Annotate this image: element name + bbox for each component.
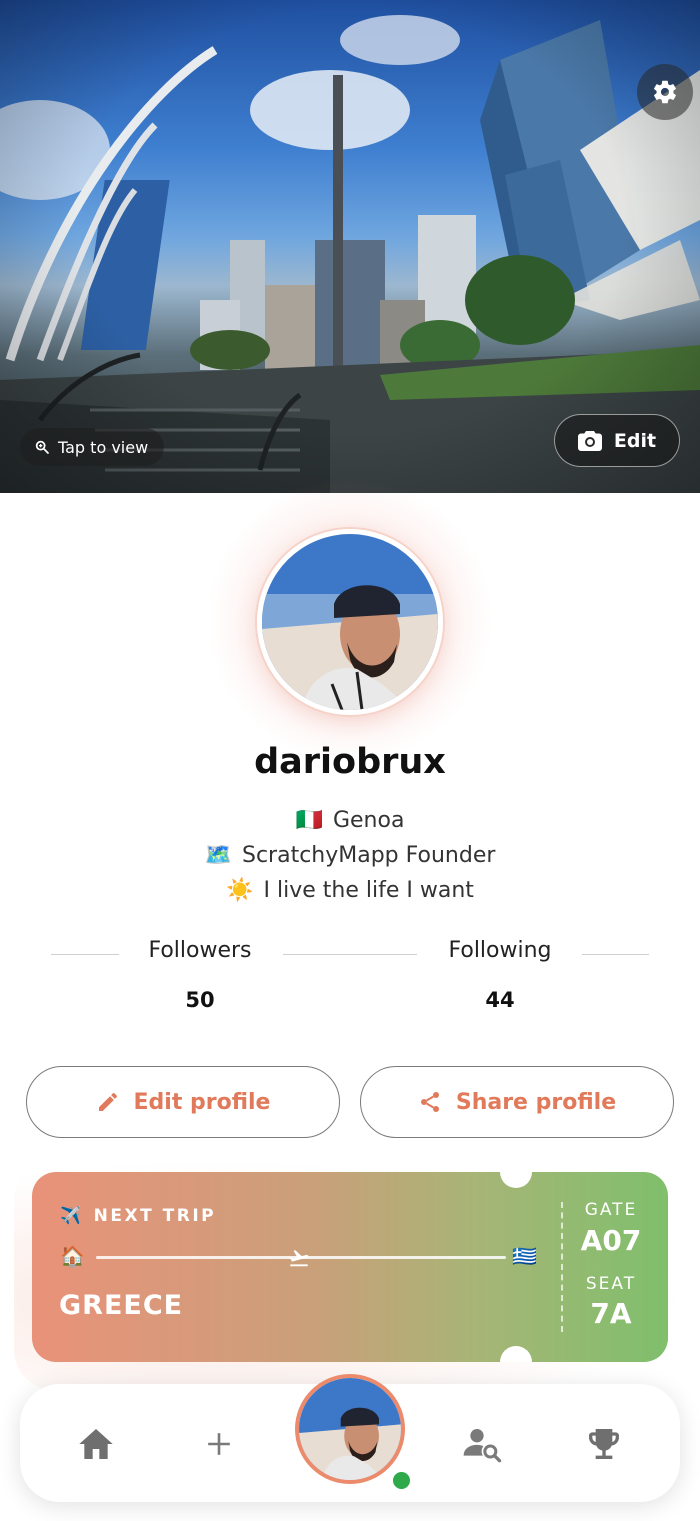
- pencil-icon: [98, 1092, 117, 1111]
- bio-role: 🗺️ ScratchyMapp Founder: [0, 843, 700, 868]
- greece-flag-icon: 🇬🇷: [512, 1244, 537, 1268]
- plus-icon: [208, 1433, 230, 1455]
- divider: [582, 954, 649, 955]
- trip-route: 🏠 🇬🇷: [60, 1244, 544, 1272]
- nav-avatar-photo: [299, 1378, 401, 1480]
- trip-destination: GREECE: [59, 1290, 184, 1321]
- bio-location: 🇮🇹 Genoa: [0, 808, 700, 833]
- following-count[interactable]: 44: [420, 988, 580, 1012]
- nav-add[interactable]: [195, 1420, 243, 1468]
- cover-photo[interactable]: Tap to view Edit: [0, 0, 700, 493]
- user-search-icon: [463, 1429, 502, 1463]
- nav-find-users[interactable]: [458, 1420, 506, 1468]
- following-label[interactable]: Following: [420, 938, 580, 963]
- edit-cover-button[interactable]: Edit: [554, 414, 680, 467]
- seat-value: 7A: [590, 1297, 632, 1330]
- tap-to-view-button[interactable]: Tap to view: [20, 428, 165, 466]
- home-icon: [79, 1429, 113, 1459]
- camera-icon: [577, 430, 602, 451]
- username: dariobrux: [254, 742, 446, 782]
- ticket-notch: [500, 1172, 532, 1188]
- next-trip-card[interactable]: ✈️ NEXT TRIP 🏠 🇬🇷 GREECE GATE A07 SEAT 7…: [32, 1172, 668, 1362]
- gate-value: A07: [580, 1224, 642, 1257]
- bio-motto: ☀️ I live the life I want: [0, 878, 700, 903]
- home-emoji-icon: 🏠: [60, 1244, 85, 1268]
- seat-label: SEAT: [585, 1274, 637, 1294]
- nav-profile-avatar[interactable]: [295, 1374, 405, 1484]
- ticket-separator: [561, 1202, 563, 1332]
- share-icon: [420, 1092, 439, 1112]
- gate-label: GATE: [584, 1200, 638, 1220]
- share-profile-label: Share profile: [455, 1089, 617, 1115]
- nav-home[interactable]: [72, 1420, 120, 1468]
- bio-motto-text: I live the life I want: [263, 878, 474, 903]
- bio-location-text: Genoa: [332, 808, 405, 833]
- divider: [283, 954, 417, 955]
- italy-flag-icon: 🇮🇹: [295, 808, 323, 833]
- followers-label[interactable]: Followers: [120, 938, 280, 963]
- divider: [51, 954, 119, 955]
- sun-icon: ☀️: [226, 878, 254, 903]
- next-trip-label: ✈️ NEXT TRIP: [60, 1206, 216, 1226]
- avatar-photo: [262, 534, 438, 710]
- bio-role-text: ScratchyMapp Founder: [241, 843, 496, 868]
- search-icon: [35, 440, 49, 454]
- edit-profile-label: Edit profile: [133, 1089, 271, 1115]
- edit-cover-label: Edit: [613, 429, 657, 452]
- airplane-icon: ✈️: [60, 1206, 84, 1226]
- settings-button[interactable]: [637, 64, 693, 120]
- map-icon: 🗺️: [204, 843, 232, 868]
- gear-icon: [654, 80, 676, 104]
- profile-avatar[interactable]: [257, 529, 443, 715]
- next-trip-text: NEXT TRIP: [93, 1206, 217, 1226]
- share-profile-button[interactable]: Share profile: [360, 1066, 674, 1138]
- departure-icon: [289, 1250, 309, 1267]
- trophy-icon: [589, 1429, 619, 1459]
- nav-achievements[interactable]: [580, 1420, 628, 1468]
- ticket-notch: [500, 1346, 532, 1362]
- online-status-indicator: [388, 1467, 415, 1494]
- tap-to-view-label: Tap to view: [58, 437, 149, 457]
- edit-profile-button[interactable]: Edit profile: [26, 1066, 340, 1138]
- followers-count[interactable]: 50: [120, 988, 280, 1012]
